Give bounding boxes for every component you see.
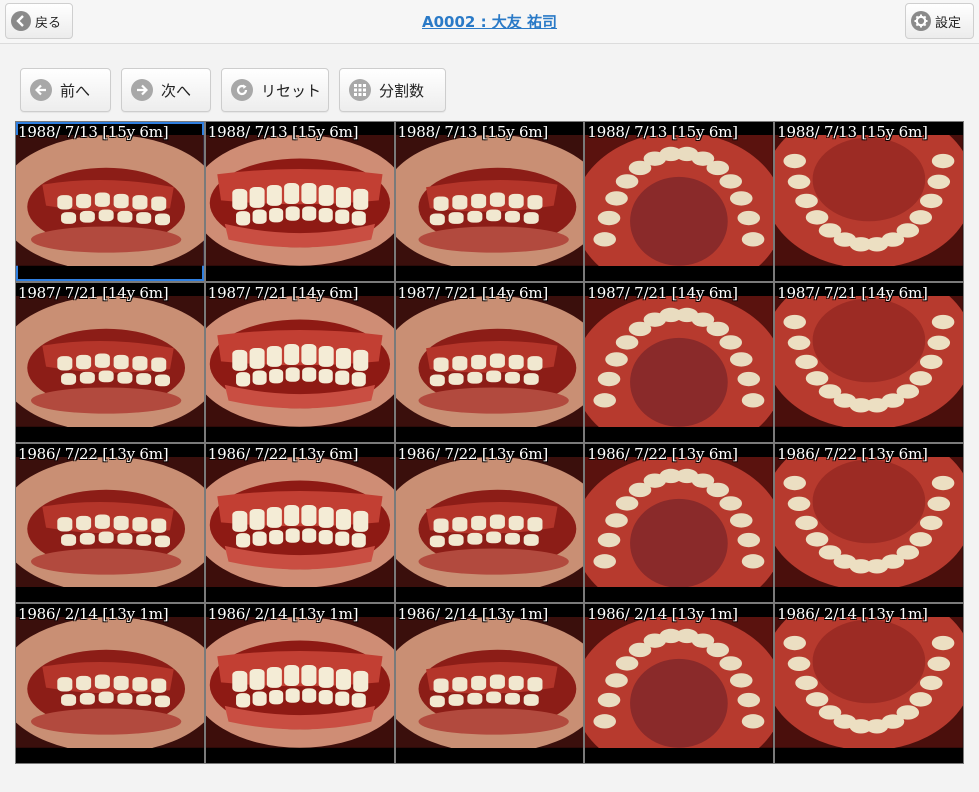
photo-date-caption: 1986/ 7/22 [13y 6m]	[18, 444, 169, 463]
photo-cell[interactable]: 1986/ 7/22 [13y 6m]	[16, 443, 204, 603]
next-button-label: 次へ	[161, 81, 192, 100]
photo-cell[interactable]: 1987/ 7/21 [14y 6m]	[16, 282, 204, 442]
photo-cell[interactable]: 1987/ 7/21 [14y 6m]	[395, 282, 584, 442]
settings-button[interactable]: 設定	[905, 3, 974, 39]
photo-cell[interactable]: 1987/ 7/21 [14y 6m]	[585, 282, 774, 442]
intraoral-photo	[775, 295, 963, 427]
intraoral-photo	[16, 456, 204, 588]
photo-cell[interactable]: 1988/ 7/13 [15y 6m]	[395, 122, 584, 281]
intraoral-photo	[205, 135, 394, 266]
photo-date-caption: 1986/ 7/22 [13y 6m]	[207, 444, 359, 463]
next-button[interactable]: 次へ	[121, 68, 211, 112]
intraoral-photo	[775, 135, 963, 266]
photo-cell[interactable]: 1988/ 7/13 [15y 6m]	[775, 122, 963, 281]
photo-date-caption: 1986/ 2/14 [13y 1m]	[587, 605, 738, 624]
photo-date-caption: 1987/ 7/21 [14y 6m]	[777, 283, 928, 302]
photo-date-caption: 1988/ 7/13 [15y 6m]	[777, 123, 928, 141]
gear-icon	[911, 11, 931, 31]
photo-date-caption: 1986/ 2/14 [13y 1m]	[777, 605, 928, 624]
photo-date-caption: 1988/ 7/13 [15y 6m]	[587, 123, 738, 141]
photo-date-caption: 1988/ 7/13 [15y 6m]	[207, 123, 359, 141]
settings-button-label: 設定	[935, 15, 962, 31]
intraoral-photo	[205, 617, 394, 748]
intraoral-photo	[585, 135, 774, 266]
photo-cell[interactable]: 1986/ 2/14 [13y 1m]	[395, 604, 584, 763]
grid-icon	[349, 79, 371, 101]
arrow-left-icon	[30, 79, 52, 101]
intraoral-photo	[775, 456, 963, 588]
intraoral-photo	[16, 617, 204, 748]
intraoral-photo	[585, 295, 774, 427]
photo-cell[interactable]: 1986/ 2/14 [13y 1m]	[16, 604, 204, 763]
intraoral-photo	[585, 456, 774, 588]
intraoral-photo	[395, 617, 584, 748]
photo-date-caption: 1986/ 7/22 [13y 6m]	[397, 444, 549, 463]
prev-button-label: 前へ	[60, 81, 91, 100]
photo-cell[interactable]: 1986/ 7/22 [13y 6m]	[205, 443, 394, 603]
split-count-button-label: 分割数	[379, 81, 425, 100]
photo-cell[interactable]: 1988/ 7/13 [15y 6m]	[205, 122, 394, 281]
photo-cell[interactable]: 1986/ 2/14 [13y 1m]	[205, 604, 394, 763]
intraoral-photo	[775, 617, 963, 748]
photo-date-caption: 1986/ 2/14 [13y 1m]	[207, 605, 359, 624]
photo-date-caption: 1986/ 2/14 [13y 1m]	[18, 605, 169, 624]
photo-date-caption: 1986/ 7/22 [13y 6m]	[777, 444, 928, 463]
photo-cell[interactable]: 1988/ 7/13 [15y 6m]	[585, 122, 774, 281]
photo-date-caption: 1987/ 7/21 [14y 6m]	[587, 283, 738, 302]
photo-cell[interactable]: 1988/ 7/13 [15y 6m]	[16, 122, 204, 281]
photo-date-caption: 1987/ 7/21 [14y 6m]	[397, 283, 549, 302]
photo-cell[interactable]: 1986/ 2/14 [13y 1m]	[775, 604, 963, 763]
photo-cell[interactable]: 1987/ 7/21 [14y 6m]	[775, 282, 963, 442]
photo-date-caption: 1987/ 7/21 [14y 6m]	[18, 283, 169, 302]
intraoral-photo	[395, 135, 584, 266]
intraoral-photo	[205, 456, 394, 588]
photo-date-caption: 1988/ 7/13 [15y 6m]	[18, 123, 169, 141]
photo-date-caption: 1986/ 7/22 [13y 6m]	[587, 444, 738, 463]
arrow-right-icon	[131, 79, 153, 101]
refresh-icon	[231, 79, 253, 101]
photo-date-caption: 1988/ 7/13 [15y 6m]	[397, 123, 549, 141]
intraoral-photo	[395, 295, 584, 427]
intraoral-photo	[16, 295, 204, 427]
photo-cell[interactable]: 1986/ 7/22 [13y 6m]	[585, 443, 774, 603]
photo-date-caption: 1987/ 7/21 [14y 6m]	[207, 283, 359, 302]
photo-cell[interactable]: 1986/ 7/22 [13y 6m]	[395, 443, 584, 603]
photo-cell[interactable]: 1987/ 7/21 [14y 6m]	[205, 282, 394, 442]
intraoral-photo	[395, 456, 584, 588]
page-title[interactable]: A0002 : 大友 祐司	[0, 11, 979, 32]
app-header: 戻る A0002 : 大友 祐司 設定	[0, 0, 979, 44]
split-count-button[interactable]: 分割数	[339, 68, 446, 112]
reset-button-label: リセット	[261, 81, 322, 100]
reset-button[interactable]: リセット	[221, 68, 329, 112]
photo-grid: 1988/ 7/13 [15y 6m] 1988/ 7/13 [15y 6m] 19…	[15, 121, 964, 764]
intraoral-photo	[16, 135, 204, 266]
prev-button[interactable]: 前へ	[20, 68, 111, 112]
intraoral-photo	[205, 295, 394, 427]
intraoral-photo	[585, 617, 774, 748]
photo-cell[interactable]: 1986/ 7/22 [13y 6m]	[775, 443, 963, 603]
photo-date-caption: 1986/ 2/14 [13y 1m]	[397, 605, 549, 624]
photo-cell[interactable]: 1986/ 2/14 [13y 1m]	[585, 604, 774, 763]
